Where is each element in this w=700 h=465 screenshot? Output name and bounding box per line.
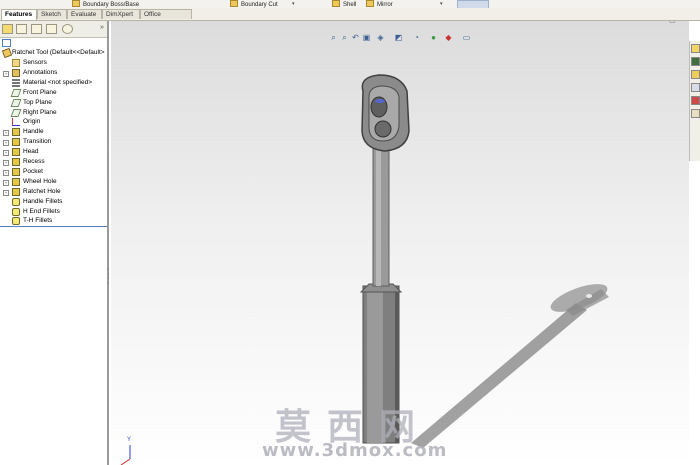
tab-features[interactable]: Features: [1, 9, 37, 20]
tree-item-front-plane[interactable]: Front Plane: [0, 88, 107, 98]
feature-icon: [12, 148, 20, 157]
expand-toggle-icon[interactable]: +: [3, 150, 9, 157]
tab-office-products[interactable]: Office Products: [140, 9, 192, 28]
annotations-icon: [12, 68, 20, 77]
plane-icon: [10, 108, 22, 117]
tree-item-label: H End Fillets: [23, 207, 60, 215]
tree-item-recess[interactable]: + Recess: [0, 157, 107, 167]
tree-item-label: Sensors: [23, 59, 47, 66]
appearances-icon[interactable]: [691, 96, 700, 105]
view-palette-icon[interactable]: [691, 83, 700, 92]
tree-item-label: Ratchet Hole: [23, 187, 61, 195]
property-manager-tab-icon[interactable]: [16, 24, 27, 34]
command-manager-tabs: Features Sketch Evaluate DimXpert Office…: [0, 8, 700, 28]
expand-toggle-icon[interactable]: +: [3, 160, 9, 166]
plane-icon: [10, 98, 22, 107]
tree-item-sensors[interactable]: Sensors: [0, 58, 107, 68]
tree-item-label: Recess: [23, 158, 45, 165]
feature-icon: [12, 128, 20, 137]
tree-item-h-end-fillets[interactable]: H End Fillets: [0, 207, 107, 217]
tree-item-origin[interactable]: Origin: [0, 117, 107, 127]
expand-toggle-icon[interactable]: +: [3, 189, 9, 196]
tree-item-right-plane[interactable]: Right Plane: [0, 108, 107, 118]
boundary-boss-base-button[interactable]: Boundary Boss/Base: [72, 0, 139, 8]
watermark-url-text: www.3dmox.com: [262, 440, 448, 461]
tree-item-handle-fillets[interactable]: Handle Fillets: [0, 197, 107, 207]
mirror-button[interactable]: Mirror: [366, 0, 393, 8]
tree-item-ratchet-hole[interactable]: + Ratchet Hole: [0, 187, 107, 197]
axis-y-label: Y: [127, 437, 132, 443]
configuration-manager-tab-icon[interactable]: [31, 24, 42, 34]
tab-evaluate[interactable]: Evaluate: [67, 9, 102, 19]
tree-item-label: T-H Fillets: [23, 217, 53, 225]
tree-item-label: Material <not specified>: [23, 78, 93, 86]
solidworks-resources-icon[interactable]: [691, 44, 700, 53]
tree-item-top-plane[interactable]: Top Plane: [0, 98, 107, 108]
feature-manager-panel: » Ratchet Tool (Default<<Default> Sensor…: [0, 21, 109, 465]
fillet-icon: [12, 197, 20, 206]
tree-item-label: Top Plane: [23, 98, 52, 106]
tree-item-label: Handle Fillets: [23, 197, 63, 205]
tab-sketch[interactable]: Sketch: [37, 9, 67, 19]
tree-item-label: Transition: [23, 138, 52, 146]
tree-item-label: Pocket: [23, 167, 43, 175]
plane-icon: [10, 88, 22, 97]
rollback-bar[interactable]: [0, 226, 107, 227]
expand-toggle-icon[interactable]: +: [3, 140, 9, 147]
tree-item-head[interactable]: + Head: [0, 147, 107, 157]
tab-dimxpert[interactable]: DimXpert: [102, 9, 140, 19]
panel-toolbar: »: [0, 21, 107, 38]
boundary-boss-icon: [72, 0, 80, 7]
boundary-cut-button[interactable]: Boundary Cut: [230, 0, 278, 8]
part-icon: [1, 47, 13, 59]
tree-item-wheel-hole[interactable]: + Wheel Hole: [0, 177, 107, 187]
dimxpert-manager-tab-icon[interactable]: [46, 24, 57, 34]
tree-item-label: Head: [23, 148, 39, 156]
feature-icon: [12, 138, 20, 147]
task-pane-tabs: [689, 41, 700, 161]
tree-item-label: Wheel Hole: [23, 177, 57, 185]
shell-icon: [332, 0, 340, 7]
tree-item-material-not-specified[interactable]: Material <not specified>: [0, 78, 107, 88]
tree-root[interactable]: Ratchet Tool (Default<<Default>: [0, 47, 107, 59]
feature-icon: [12, 187, 20, 196]
feature-icon: [12, 158, 20, 166]
custom-properties-icon[interactable]: [691, 109, 700, 118]
tree-item-pocket[interactable]: + Pocket: [0, 167, 107, 177]
shell-button[interactable]: Shell: [332, 0, 356, 8]
expand-toggle-icon[interactable]: +: [3, 169, 9, 176]
origin-icon: [12, 118, 20, 127]
expand-toggle-icon[interactable]: +: [3, 70, 9, 77]
feature-manager-tab-icon[interactable]: [2, 24, 13, 34]
fillet-icon: [12, 217, 20, 226]
mirror-icon: [366, 0, 374, 7]
tree-item-label: Right Plane: [23, 108, 57, 116]
tree-item-t-h-fillets[interactable]: T-H Fillets: [0, 216, 107, 226]
tree-item-transition[interactable]: + Transition: [0, 137, 107, 147]
feature-icon: [12, 177, 20, 186]
sensors-icon: [12, 59, 20, 67]
tree-item-annotations[interactable]: + Annotations: [0, 68, 107, 78]
filter-icon[interactable]: [2, 39, 11, 47]
tree-item-label: Handle: [23, 128, 44, 136]
boundary-cut-dropdown-icon[interactable]: ▾: [292, 1, 296, 7]
expand-toggle-icon[interactable]: +: [3, 130, 9, 137]
tree-root-label: Ratchet Tool (Default<<Default>: [12, 49, 105, 56]
panel-more-icon[interactable]: »: [100, 24, 104, 31]
tree-item-label: Annotations: [23, 68, 58, 76]
tree-item-label: Origin: [23, 118, 41, 126]
feature-icon: [12, 167, 20, 176]
material-icon: [12, 78, 20, 87]
tree-item-label: Front Plane: [23, 88, 57, 96]
fillet-icon: [12, 207, 20, 216]
boundary-cut-icon: [230, 0, 238, 7]
display-manager-tab-icon[interactable]: [62, 24, 73, 34]
design-library-icon[interactable]: [691, 57, 700, 66]
file-explorer-icon[interactable]: [691, 70, 700, 79]
mirror-dropdown-icon[interactable]: ▾: [440, 1, 444, 7]
tree-item-handle[interactable]: + Handle: [0, 127, 107, 137]
expand-toggle-icon[interactable]: +: [3, 179, 9, 186]
